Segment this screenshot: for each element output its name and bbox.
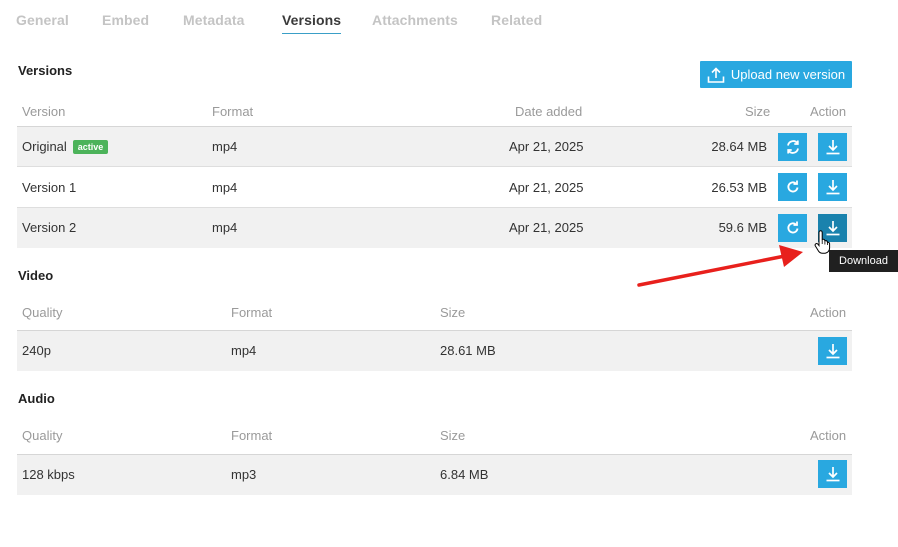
replace-version-button[interactable] — [778, 214, 807, 242]
video-format: mp4 — [231, 343, 257, 358]
col-header-quality: Quality — [22, 428, 63, 443]
refresh-icon — [786, 180, 798, 193]
col-header-action: Action — [810, 428, 847, 443]
tab-metadata[interactable]: Metadata — [183, 12, 244, 28]
download-button[interactable] — [818, 337, 847, 365]
table-row: Version 2 mp4 Apr 21, 2025 59.6 MB — [17, 208, 852, 248]
versions-section-title: Versions — [18, 63, 73, 78]
col-header-quality: Quality — [22, 305, 63, 320]
download-icon — [826, 344, 839, 359]
col-header-action: Action — [810, 104, 847, 119]
version-format: mp4 — [212, 180, 238, 195]
table-row: 128 kbps mp3 6.84 MB — [17, 455, 852, 495]
audio-section-title: Audio — [18, 391, 55, 406]
version-name: Original active — [22, 127, 109, 167]
refresh-icon — [786, 221, 798, 234]
col-header-version: Version — [22, 104, 66, 119]
version-date: Apr 21, 2025 — [509, 220, 584, 235]
version-size: 59.6 MB — [718, 220, 767, 235]
version-date: Apr 21, 2025 — [509, 180, 584, 195]
col-header-format: Format — [231, 305, 273, 320]
col-header-size: Size — [745, 104, 771, 119]
table-row: 240p mp4 28.61 MB — [17, 331, 852, 371]
version-format: mp4 — [212, 220, 238, 235]
download-button[interactable] — [818, 133, 847, 161]
col-header-size: Size — [440, 428, 466, 443]
col-header-date-added: Date added — [515, 104, 583, 119]
col-header-action: Action — [810, 305, 847, 320]
col-header-format: Format — [231, 428, 273, 443]
audio-quality: 128 kbps — [22, 467, 75, 482]
status-badge: active — [72, 139, 109, 154]
table-row: Version 1 mp4 Apr 21, 2025 26.53 MB — [17, 168, 852, 208]
upload-button-label: Upload new version — [730, 67, 846, 82]
download-tooltip: Download — [829, 250, 898, 272]
col-header-size: Size — [440, 305, 466, 320]
replace-version-button[interactable] — [778, 173, 807, 201]
col-header-format: Format — [212, 104, 254, 119]
download-icon — [826, 467, 839, 482]
upload-icon — [707, 66, 725, 83]
table-row: Original active mp4 Apr 21, 2025 28.64 MB — [17, 127, 852, 167]
download-icon — [826, 180, 839, 195]
video-section-title: Video — [18, 268, 54, 283]
tab-versions[interactable]: Versions — [282, 12, 342, 34]
version-date: Apr 21, 2025 — [509, 139, 584, 154]
version-name: Version 2 — [22, 220, 77, 235]
version-label: Original — [22, 139, 67, 154]
download-icon — [826, 140, 839, 155]
sync-icon — [786, 140, 799, 154]
tab-embed[interactable]: Embed — [102, 12, 149, 28]
version-size: 28.64 MB — [711, 139, 767, 154]
video-size: 28.61 MB — [440, 343, 496, 358]
upload-new-version-button[interactable]: Upload new version — [700, 61, 852, 88]
tab-attachments[interactable]: Attachments — [372, 12, 458, 28]
hand-cursor-icon — [814, 230, 831, 254]
tab-general[interactable]: General — [16, 12, 69, 28]
tab-bar: General Embed Metadata Versions Attachme… — [0, 0, 898, 40]
version-name: Version 1 — [22, 180, 77, 195]
audio-format: mp3 — [231, 467, 257, 482]
audio-size: 6.84 MB — [440, 467, 489, 482]
download-button[interactable] — [818, 460, 847, 488]
version-size: 26.53 MB — [711, 180, 767, 195]
version-format: mp4 — [212, 139, 238, 154]
download-button[interactable] — [818, 173, 847, 201]
tab-related[interactable]: Related — [491, 12, 542, 28]
video-quality: 240p — [22, 343, 51, 358]
replace-version-button[interactable] — [778, 133, 807, 161]
